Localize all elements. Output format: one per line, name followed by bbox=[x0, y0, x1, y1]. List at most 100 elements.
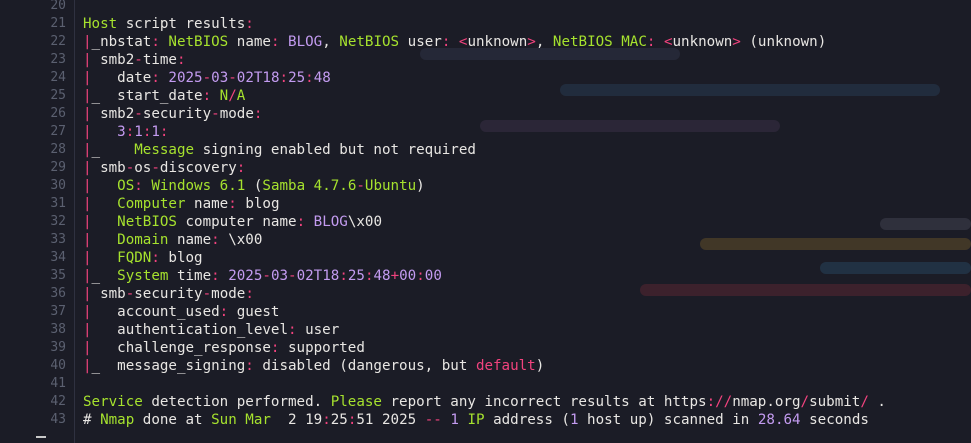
code-token: _nbstat bbox=[91, 34, 152, 50]
line-number: 34 bbox=[50, 250, 66, 265]
line-number: 33 bbox=[50, 232, 66, 247]
code-text: | smb-security-mode: bbox=[83, 285, 254, 303]
line-number: 23 bbox=[50, 52, 66, 67]
code-token: : bbox=[228, 196, 237, 212]
code-token: 1 bbox=[151, 124, 160, 140]
line-number: 28 bbox=[50, 142, 66, 157]
code-token: unknown bbox=[672, 34, 733, 50]
code-token: 02T18 bbox=[296, 268, 340, 284]
code-token: 25 bbox=[288, 70, 306, 86]
code-token: account_used bbox=[91, 304, 220, 320]
code-token: > bbox=[527, 34, 536, 50]
code-token: | bbox=[83, 196, 92, 212]
code-token: \x00 bbox=[219, 232, 263, 248]
code-token: | bbox=[83, 322, 92, 338]
text-cursor bbox=[36, 436, 46, 438]
code-token: 1 bbox=[569, 412, 579, 428]
code-token: | bbox=[83, 160, 92, 176]
code-token: unknown bbox=[467, 34, 528, 50]
code-token: - bbox=[356, 178, 365, 194]
line-number: 38 bbox=[50, 322, 66, 337]
code-token: report any incorrect results at https bbox=[381, 394, 707, 410]
code-token: user bbox=[296, 322, 340, 338]
code-token: | bbox=[83, 106, 92, 122]
code-token: Domain bbox=[117, 232, 169, 248]
code-token: Host bbox=[83, 16, 118, 32]
code-token: ) bbox=[416, 178, 425, 194]
code-text: |_nbstat: NetBIOS name: BLOG, NetBIOS us… bbox=[83, 33, 826, 51]
code-token: : bbox=[270, 34, 280, 50]
code-token: | bbox=[83, 178, 92, 194]
code-token: : bbox=[416, 268, 425, 284]
code-token: address ( bbox=[484, 412, 570, 428]
code-token: smb bbox=[91, 286, 126, 302]
code-token: :// bbox=[706, 394, 733, 410]
code-token: time bbox=[142, 52, 177, 68]
code-token: : bbox=[322, 412, 331, 428]
code-token: discovery bbox=[159, 160, 237, 176]
code-text: Service detection performed. Please repo… bbox=[83, 393, 886, 411]
code-token: System bbox=[117, 268, 169, 284]
code-text: Host script results: bbox=[83, 15, 254, 33]
code-token: Samba 4.7.6 bbox=[262, 178, 357, 194]
code-text: | OS: Windows 6.1 (Samba 4.7.6-Ubuntu) bbox=[83, 177, 425, 195]
code-token: nmap.org bbox=[732, 394, 801, 410]
line-number: 43 bbox=[50, 412, 66, 427]
code-editor[interactable]: 20 21 Host script results: 22 |_nbstat: NetB… bbox=[0, 0, 971, 443]
code-token: - bbox=[211, 106, 220, 122]
code-token: mode bbox=[219, 106, 254, 122]
code-token: 00 bbox=[424, 268, 442, 284]
code-token: challenge_response bbox=[91, 340, 271, 356]
code-text: | smb-os-discovery: bbox=[83, 159, 245, 177]
code-token: : bbox=[296, 214, 306, 230]
code-text: |_ System time: 2025-03-02T18:25:48+00:0… bbox=[83, 267, 442, 285]
line-number: 32 bbox=[50, 214, 66, 229]
code-token: authentication_level bbox=[91, 322, 289, 338]
code-token: _ message_signing bbox=[91, 358, 246, 374]
code-token: done at bbox=[134, 412, 212, 428]
code-token: : bbox=[219, 304, 229, 320]
code-token: | bbox=[83, 70, 92, 86]
code-token: : bbox=[245, 358, 254, 374]
code-token: mode bbox=[211, 286, 246, 302]
code-token: < bbox=[655, 34, 673, 50]
code-token: < bbox=[450, 34, 468, 50]
line-number: 35 bbox=[50, 268, 66, 283]
code-token: : bbox=[279, 70, 289, 86]
code-token: - bbox=[288, 268, 297, 284]
code-token: name bbox=[168, 232, 212, 248]
line-number: 40 bbox=[50, 358, 66, 373]
code-token: - bbox=[151, 160, 160, 176]
code-token: detection performed. bbox=[142, 394, 331, 410]
code-token: 03 bbox=[211, 70, 229, 86]
code-token: | bbox=[83, 124, 92, 140]
code-text: |_ start_date: N/A bbox=[83, 87, 245, 105]
code-token: : bbox=[151, 250, 160, 266]
code-token: - bbox=[134, 106, 143, 122]
code-token: disabled (dangerous, but bbox=[253, 358, 476, 374]
code-token: 25 bbox=[347, 268, 365, 284]
code-token: | bbox=[83, 88, 92, 104]
code-token: guest bbox=[228, 304, 280, 320]
code-token: 25 bbox=[330, 412, 348, 428]
code-token: (unknown) bbox=[740, 34, 827, 50]
code-token: 03 bbox=[270, 268, 289, 284]
line-number: 37 bbox=[50, 304, 66, 319]
code-token: : bbox=[151, 70, 160, 86]
indent-guide bbox=[74, 0, 75, 443]
code-token: security bbox=[134, 286, 203, 302]
code-token: : bbox=[125, 124, 135, 140]
code-token: _ bbox=[91, 268, 118, 284]
code-token: - bbox=[125, 286, 135, 302]
code-token: : bbox=[245, 286, 254, 302]
code-token: _ start_date bbox=[91, 88, 203, 104]
code-token: : bbox=[211, 268, 220, 284]
code-token: ( bbox=[245, 178, 263, 194]
code-text: | challenge_response: supported bbox=[83, 339, 365, 357]
code-token: Message bbox=[134, 142, 195, 158]
code-token: - bbox=[262, 268, 271, 284]
